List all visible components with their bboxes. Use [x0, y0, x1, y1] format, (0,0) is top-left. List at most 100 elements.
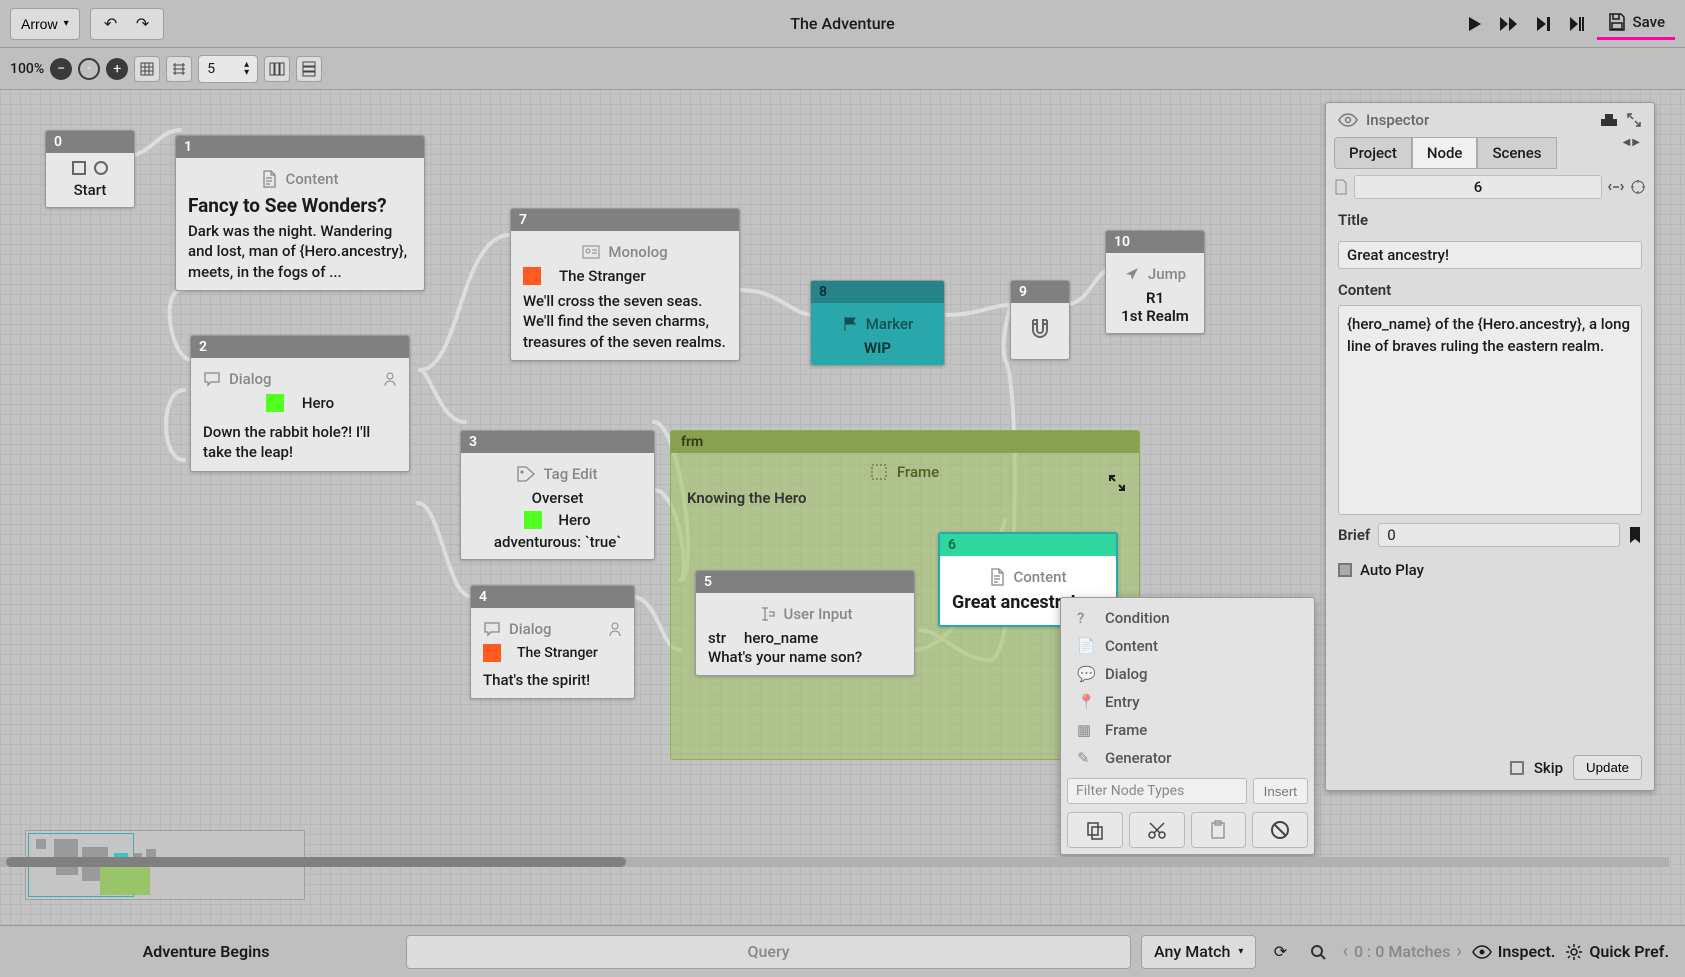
- dropdown-caret-icon: ▾: [1238, 946, 1243, 957]
- popup-item-condition[interactable]: ?Condition: [1067, 604, 1308, 632]
- gear-icon: [1565, 943, 1583, 961]
- id-card-icon: [582, 245, 600, 259]
- frame-icon: [871, 464, 887, 480]
- arrow-tool-button[interactable]: Arrow ▾: [10, 8, 80, 40]
- zoom-out-icon[interactable]: −: [50, 58, 72, 80]
- update-button[interactable]: Update: [1573, 755, 1642, 780]
- pin-icon: 📍: [1077, 693, 1095, 711]
- eye-icon: [1472, 945, 1492, 959]
- target-icon[interactable]: [1630, 179, 1646, 195]
- next-match-icon[interactable]: ›: [1456, 941, 1461, 962]
- node-type: Content: [285, 170, 338, 188]
- marker-label: WIP: [823, 339, 932, 357]
- node-id: 10: [1106, 231, 1204, 253]
- node-3-tagedit[interactable]: 3 Tag Edit Overset Hero adventurous: `tr…: [460, 430, 655, 560]
- matches-count: 0 : 0 Matches: [1354, 942, 1450, 961]
- refresh-icon[interactable]: ⟳: [1266, 938, 1294, 966]
- match-mode-select[interactable]: Any Match ▾: [1141, 935, 1256, 969]
- popup-item-generator[interactable]: ✎Generator: [1067, 744, 1308, 772]
- popup-item-content[interactable]: 📄Content: [1067, 632, 1308, 660]
- checkbox-icon[interactable]: [1510, 761, 1524, 775]
- zoom-level: 100%: [10, 61, 44, 77]
- eye-icon: [1338, 113, 1358, 127]
- prev-match-icon[interactable]: ‹: [1342, 941, 1348, 962]
- node-0-start[interactable]: 0 Start: [45, 130, 135, 208]
- char-name: Hero: [558, 511, 590, 529]
- frame-title: Knowing the Hero: [687, 489, 1123, 507]
- tab-scenes[interactable]: Scenes: [1477, 137, 1556, 169]
- node-2-dialog[interactable]: 2 Dialog Hero Down the rabbit hole?! I'l…: [190, 335, 410, 472]
- dialog-icon: [203, 371, 221, 387]
- redo-icon[interactable]: ↷: [129, 10, 157, 38]
- popup-item-frame[interactable]: ▦Frame: [1067, 716, 1308, 744]
- input-cursor-icon: [758, 606, 776, 622]
- inspector-panel[interactable]: Inspector Project Node Scenes ◀▶ 6 Title…: [1325, 102, 1655, 791]
- layout-rows-icon[interactable]: [296, 56, 322, 82]
- person-icon: [383, 371, 397, 387]
- node-5-userinput[interactable]: 5 User Input str hero_name What's your n…: [695, 570, 915, 676]
- node-7-monolog[interactable]: 7 Monolog The Stranger We'll cross the s…: [510, 208, 740, 361]
- tagedit-line1: Overset: [473, 489, 642, 507]
- spinner-arrows-icon: ▴▾: [244, 61, 249, 77]
- query-input[interactable]: Query: [406, 935, 1131, 969]
- node-id: 8: [811, 281, 944, 303]
- document-icon: [1334, 179, 1348, 195]
- frame-expand-icon[interactable]: [1107, 473, 1129, 495]
- fast-forward-icon[interactable]: [1495, 10, 1523, 38]
- content-textarea[interactable]: {hero_name} of the {Hero.ancestry}, a lo…: [1338, 305, 1642, 515]
- align-icon[interactable]: [166, 56, 192, 82]
- node-type-popup[interactable]: ?Condition 📄Content 💬Dialog 📍Entry ▦Fram…: [1060, 597, 1315, 855]
- char-color: [266, 394, 284, 412]
- copy-button[interactable]: [1067, 812, 1123, 848]
- dock-icon[interactable]: [1600, 113, 1618, 127]
- node-4-dialog[interactable]: 4 Dialog The Stranger That's the spirit!: [470, 585, 635, 699]
- grid-step-input[interactable]: 5 ▴▾: [198, 55, 258, 83]
- document-icon: [989, 568, 1005, 586]
- node-type: Tag Edit: [543, 465, 597, 483]
- var-type: str: [708, 629, 726, 647]
- tab-node[interactable]: Node: [1412, 137, 1478, 169]
- node-9-magnet[interactable]: 9: [1010, 280, 1070, 360]
- node-8-marker[interactable]: 8 Marker WIP: [810, 280, 945, 366]
- link-icon[interactable]: [1608, 179, 1624, 195]
- zoom-reset-icon[interactable]: ·: [78, 58, 100, 80]
- checkbox-icon[interactable]: [1338, 563, 1352, 577]
- node-id-field[interactable]: 6: [1354, 175, 1602, 199]
- paste-button[interactable]: [1191, 812, 1247, 848]
- filter-input[interactable]: Filter Node Types: [1067, 778, 1247, 804]
- graph-canvas[interactable]: frm Frame Knowing the Hero 0 Start: [0, 90, 1685, 925]
- arrow-label: Arrow: [21, 16, 58, 32]
- inspect-button[interactable]: Inspect.: [1472, 942, 1556, 961]
- cancel-button[interactable]: [1252, 812, 1308, 848]
- horizontal-scrollbar[interactable]: [0, 857, 1669, 867]
- node-type: Dialog: [229, 370, 272, 388]
- flag-icon: [842, 316, 858, 332]
- node-10-jump[interactable]: 10 Jump R1 1st Realm: [1105, 230, 1205, 334]
- popup-item-dialog[interactable]: 💬Dialog: [1067, 660, 1308, 688]
- brief-input[interactable]: 0: [1378, 523, 1620, 547]
- skip-to-end-icon[interactable]: [1563, 10, 1591, 38]
- tab-scroll-arrows[interactable]: ◀▶: [1623, 137, 1646, 169]
- tab-project[interactable]: Project: [1334, 137, 1412, 169]
- step-icon[interactable]: [1529, 10, 1557, 38]
- expand-icon[interactable]: [1626, 112, 1642, 128]
- play-icon[interactable]: [1461, 10, 1489, 38]
- node-1-content[interactable]: 1 Content Fancy to See Wonders? Dark was…: [175, 135, 425, 291]
- zoom-in-icon[interactable]: +: [106, 58, 128, 80]
- grid-snap-icon[interactable]: [134, 56, 160, 82]
- search-icon[interactable]: [1304, 938, 1332, 966]
- square-icon: [72, 161, 86, 175]
- save-button[interactable]: Save: [1597, 8, 1675, 40]
- cut-button[interactable]: [1129, 812, 1185, 848]
- bookmark-icon[interactable]: [1628, 526, 1642, 544]
- quick-pref-button[interactable]: Quick Pref.: [1565, 942, 1669, 961]
- char-color: [523, 267, 541, 285]
- layout-cols-icon[interactable]: [264, 56, 290, 82]
- node-type: Dialog: [509, 620, 552, 638]
- popup-item-entry[interactable]: 📍Entry: [1067, 688, 1308, 716]
- var-name: hero_name: [744, 629, 818, 647]
- insert-button[interactable]: Insert: [1253, 778, 1308, 804]
- undo-icon[interactable]: ↶: [97, 10, 125, 38]
- node-text: That's the spirit!: [483, 670, 622, 690]
- title-input[interactable]: Great ancestry!: [1338, 241, 1642, 269]
